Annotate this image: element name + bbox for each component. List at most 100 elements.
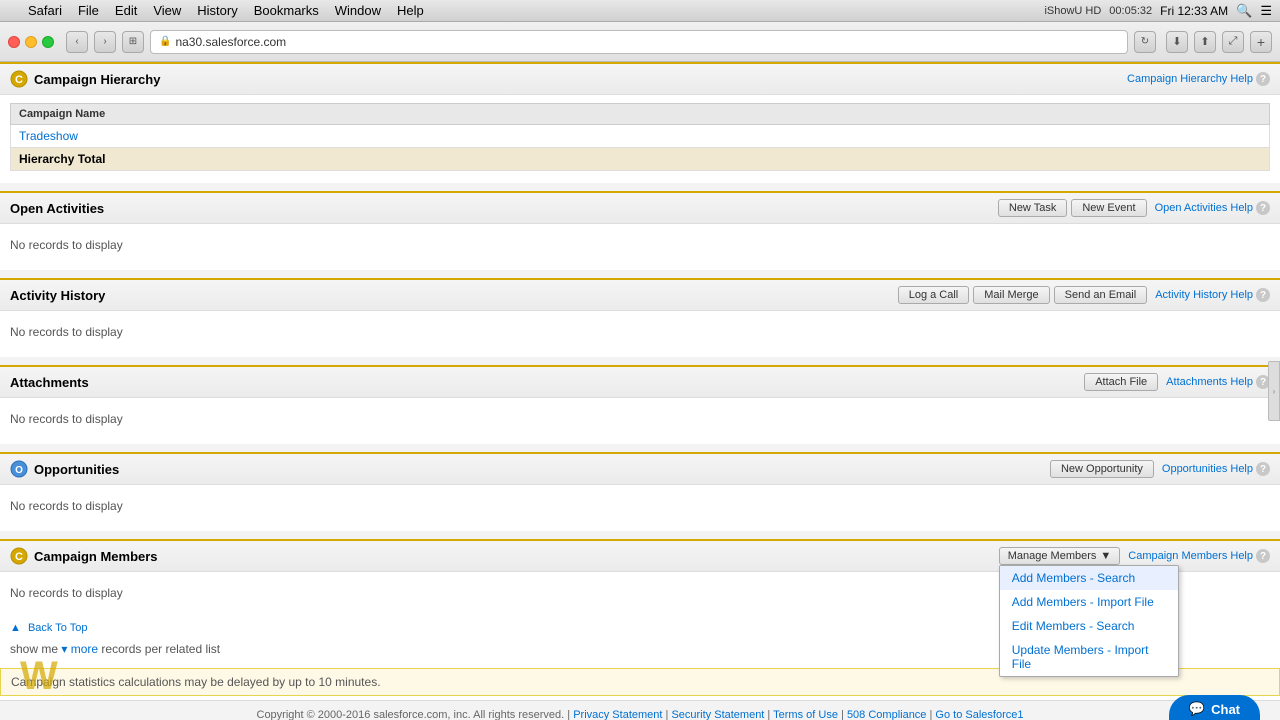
campaign-members-section: C Campaign Members Manage Members ▼ Add … (0, 539, 1280, 618)
update-members-import-item[interactable]: Update Members - Import File (1000, 638, 1178, 676)
attachments-help-label: Attachments Help (1166, 376, 1253, 388)
attachments-header: Attachments Attach File Attachments Help… (0, 367, 1280, 398)
add-members-search-item[interactable]: Add Members - Search (1000, 566, 1178, 590)
campaign-members-header: C Campaign Members Manage Members ▼ Add … (0, 541, 1280, 572)
help-icon-2: ? (1256, 201, 1270, 215)
lock-icon: 🔒 (159, 36, 171, 47)
chat-icon: 💬 (1189, 701, 1205, 717)
separator-5 (0, 531, 1280, 539)
opportunities-title-wrap: O Opportunities (10, 460, 119, 478)
opportunities-icon: O (10, 460, 28, 478)
reload-button[interactable]: ↻ (1134, 31, 1156, 53)
new-opportunity-button[interactable]: New Opportunity (1050, 460, 1154, 478)
download-icon[interactable]: ⬇ (1166, 31, 1188, 53)
back-button[interactable]: ‹ (66, 31, 88, 53)
table-row: Tradeshow (11, 125, 1270, 148)
privacy-link[interactable]: Privacy Statement (573, 709, 662, 720)
campaign-hierarchy-help[interactable]: Campaign Hierarchy Help ? (1127, 72, 1270, 86)
more-link[interactable]: ▾ more (61, 642, 98, 656)
attachments-body: No records to display (0, 398, 1280, 444)
send-email-button[interactable]: Send an Email (1054, 286, 1148, 304)
activity-history-help[interactable]: Activity History Help ? (1155, 288, 1270, 302)
help-icon: ? (1256, 72, 1270, 86)
new-task-button[interactable]: New Task (998, 199, 1067, 217)
record-time: 00:05:32 (1109, 5, 1152, 17)
activity-history-title-wrap: Activity History (10, 288, 105, 303)
menu-icon[interactable]: ☰ (1260, 3, 1272, 19)
separator-2 (0, 270, 1280, 278)
campaign-name-header: Campaign Name (11, 104, 1270, 125)
tradeshow-link[interactable]: Tradeshow (19, 129, 78, 143)
open-activities-header: Open Activities New Task New Event Open … (0, 193, 1280, 224)
chat-label: Chat (1211, 702, 1240, 717)
opportunities-label: Opportunities (34, 462, 119, 477)
sidebar-collapse-handle[interactable]: › (1268, 361, 1280, 421)
terms-link[interactable]: Terms of Use (773, 709, 838, 720)
fullscreen-icon[interactable]: ⤢ (1222, 31, 1244, 53)
back-to-top-arrow: ▲ (10, 622, 21, 634)
new-event-button[interactable]: New Event (1071, 199, 1146, 217)
browser-chrome: ‹ › ⊞ 🔒 na30.salesforce.com ↻ ⬇ ⬆ ⤢ + (0, 22, 1280, 62)
new-tab-button[interactable]: + (1250, 31, 1272, 53)
window-menu[interactable]: Window (335, 3, 381, 18)
mail-merge-button[interactable]: Mail Merge (973, 286, 1049, 304)
history-menu[interactable]: History (197, 3, 237, 18)
attachments-empty: No records to display (10, 406, 1270, 432)
close-button[interactable] (8, 36, 20, 48)
forward-button[interactable]: › (94, 31, 116, 53)
file-menu[interactable]: File (78, 3, 99, 18)
salesforce1-link[interactable]: Go to Salesforce1 (935, 709, 1023, 720)
attachments-title-wrap: Attachments (10, 375, 89, 390)
search-icon[interactable]: 🔍 (1236, 3, 1252, 19)
opportunities-empty: No records to display (10, 493, 1270, 519)
add-members-import-item[interactable]: Add Members - Import File (1000, 590, 1178, 614)
separator-3 (0, 357, 1280, 365)
view-menu[interactable]: View (153, 3, 181, 18)
record-app: iShowU HD (1044, 5, 1101, 17)
clock: Fri 12:33 AM (1160, 4, 1228, 18)
back-to-top-link[interactable]: ▲ Back To Top (10, 622, 91, 634)
attachments-actions: Attach File (1084, 373, 1158, 391)
traffic-lights (8, 36, 54, 48)
campaign-members-actions: Manage Members ▼ Add Members - Search Ad… (999, 547, 1121, 565)
titlebar: Safari File Edit View History Bookmarks … (0, 0, 1280, 22)
hierarchy-table: Campaign Name Tradeshow Hierarchy Total (10, 103, 1270, 171)
open-activities-label: Open Activities (10, 201, 104, 216)
campaign-members-help[interactable]: Campaign Members Help ? (1128, 549, 1270, 563)
titlebar-right: iShowU HD 00:05:32 Fri 12:33 AM 🔍 ☰ (1044, 3, 1272, 19)
campaign-hierarchy-help-label: Campaign Hierarchy Help (1127, 73, 1253, 85)
share-icon[interactable]: ⬆ (1194, 31, 1216, 53)
titlebar-menus[interactable]: Safari File Edit View History Bookmarks … (12, 3, 424, 18)
separator-1 (0, 183, 1280, 191)
manage-members-button[interactable]: Manage Members ▼ (999, 547, 1121, 565)
svg-text:O: O (15, 465, 23, 476)
attach-file-button[interactable]: Attach File (1084, 373, 1158, 391)
campaign-icon: C (10, 70, 28, 88)
campaign-members-title-wrap: C Campaign Members (10, 547, 158, 565)
activity-history-body: No records to display (0, 311, 1280, 357)
opportunities-header: O Opportunities New Opportunity Opportun… (0, 454, 1280, 485)
open-activities-help-label: Open Activities Help (1155, 202, 1253, 214)
info-bar-text: Campaign statistics calculations may be … (11, 675, 381, 689)
open-activities-help[interactable]: Open Activities Help ? (1155, 201, 1270, 215)
address-bar[interactable]: 🔒 na30.salesforce.com (150, 30, 1128, 54)
compliance-link[interactable]: 508 Compliance (847, 709, 927, 720)
opportunities-help[interactable]: Opportunities Help ? (1162, 462, 1270, 476)
attachments-help[interactable]: Attachments Help ? (1166, 375, 1270, 389)
help-menu[interactable]: Help (397, 3, 424, 18)
main-content: C Campaign Hierarchy Campaign Hierarchy … (0, 62, 1280, 720)
browser-actions: ⬇ ⬆ ⤢ (1166, 31, 1244, 53)
chat-button[interactable]: 💬 Chat (1169, 695, 1260, 720)
maximize-button[interactable] (42, 36, 54, 48)
edit-menu[interactable]: Edit (115, 3, 137, 18)
log-call-button[interactable]: Log a Call (898, 286, 970, 304)
campaign-hierarchy-body: Campaign Name Tradeshow Hierarchy Total (0, 95, 1280, 183)
safari-menu[interactable]: Safari (28, 3, 62, 18)
activity-history-help-label: Activity History Help (1155, 289, 1253, 301)
bookmarks-menu[interactable]: Bookmarks (254, 3, 319, 18)
minimize-button[interactable] (25, 36, 37, 48)
opportunities-actions: New Opportunity (1050, 460, 1154, 478)
edit-members-search-item[interactable]: Edit Members - Search (1000, 614, 1178, 638)
security-link[interactable]: Security Statement (671, 709, 764, 720)
tab-view-button[interactable]: ⊞ (122, 31, 144, 53)
